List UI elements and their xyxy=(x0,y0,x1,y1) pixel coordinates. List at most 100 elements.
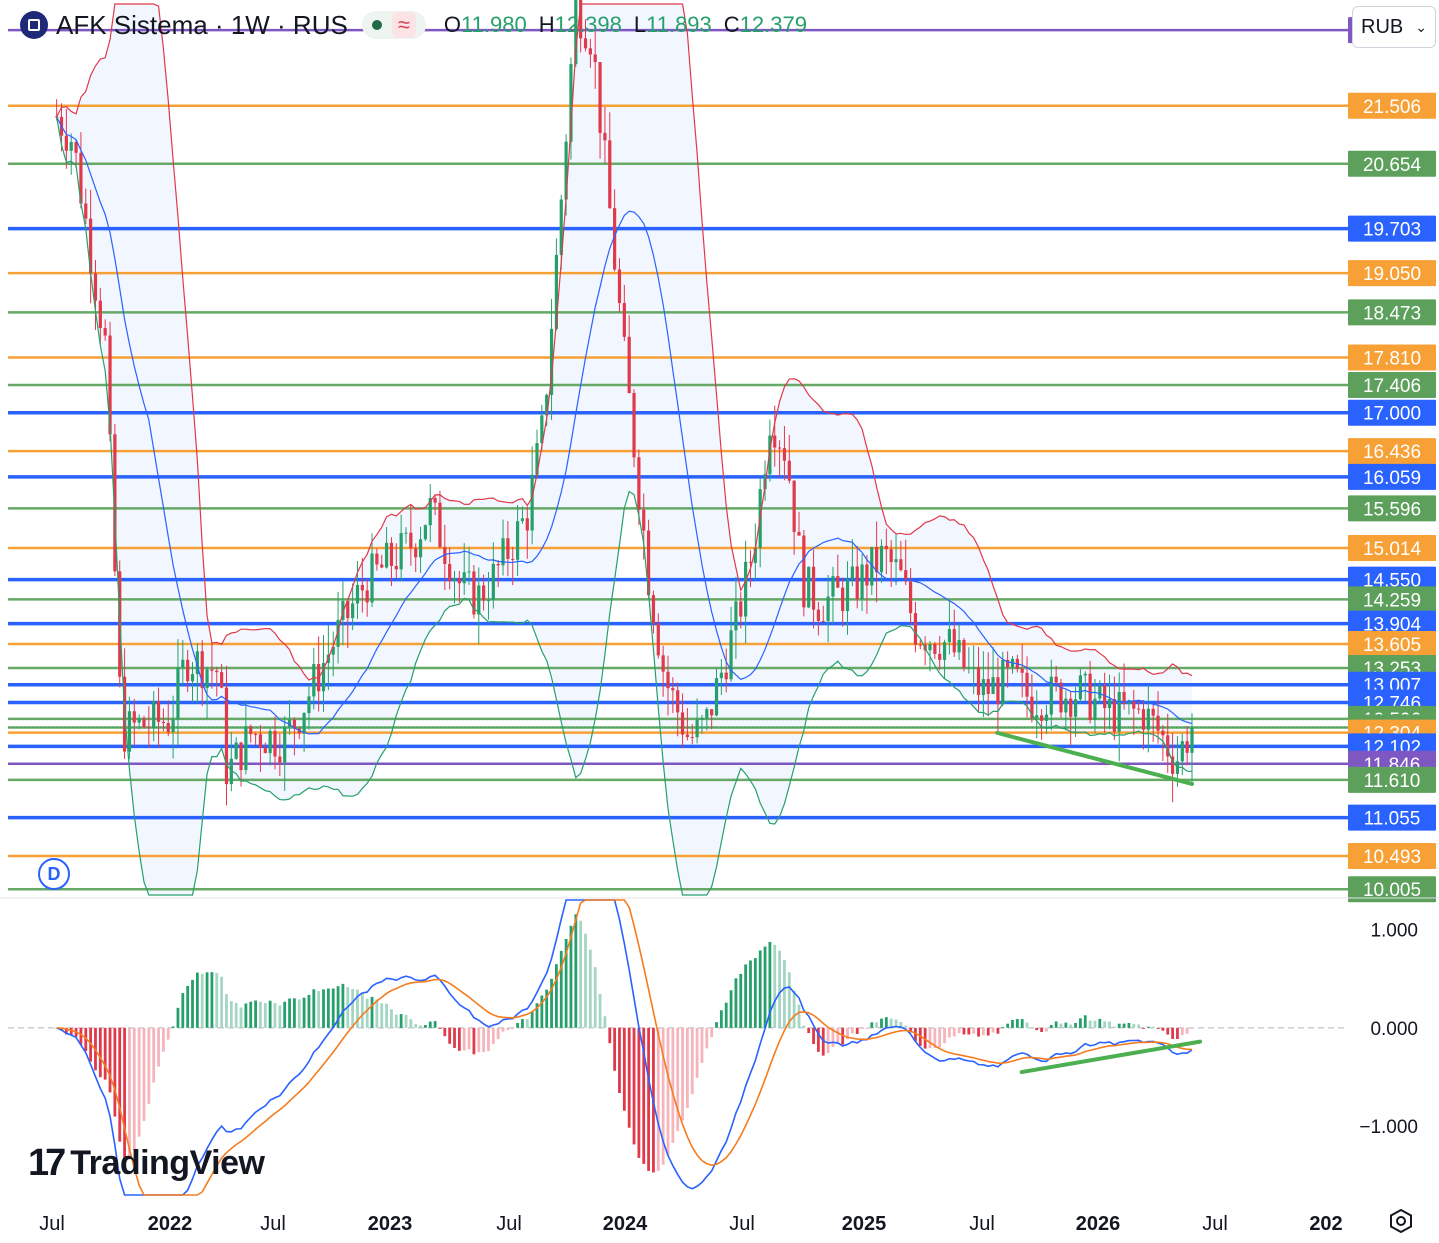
chart-canvas[interactable]: 22.61721.50620.65419.70319.05018.47317.8… xyxy=(0,0,1439,1243)
candle-body xyxy=(1151,708,1155,716)
macd-histogram-bar xyxy=(414,1024,418,1028)
symbol-logo-icon[interactable] xyxy=(20,11,48,39)
price-axis: 22.61721.50620.65419.70319.05018.47317.8… xyxy=(1348,17,1436,903)
candle-body xyxy=(588,48,592,55)
macd-histogram-bar xyxy=(132,1027,136,1151)
candle-body xyxy=(889,549,893,563)
candle-body xyxy=(787,460,791,481)
candle-body xyxy=(661,655,665,672)
currency-label: RUB xyxy=(1361,15,1404,38)
macd-axis-label: 1.000 xyxy=(1370,921,1418,942)
macd-histogram-bar xyxy=(288,998,291,1028)
macd-histogram-bar xyxy=(108,1027,112,1093)
candle-body xyxy=(506,538,510,559)
candle-body xyxy=(734,601,738,631)
candle-body xyxy=(147,727,151,729)
macd-histogram-bar xyxy=(1020,1019,1024,1028)
macd-histogram-bar xyxy=(1006,1023,1010,1028)
macd-histogram-bar xyxy=(457,1027,461,1051)
macd-histogram-bar xyxy=(1146,1026,1150,1028)
macd-histogram-bar xyxy=(225,994,228,1028)
dividends-badge[interactable]: D xyxy=(38,858,70,890)
macd-histogram-bar xyxy=(360,992,364,1028)
candle-body xyxy=(642,509,646,531)
candle-body xyxy=(268,730,272,754)
macd-histogram-bar xyxy=(1015,1019,1019,1028)
macd-histogram-bar xyxy=(365,998,369,1028)
macd-histogram-bar xyxy=(1142,1027,1145,1029)
candle-body xyxy=(938,653,942,660)
candle-body xyxy=(312,663,316,697)
candle-body xyxy=(384,542,389,568)
currency-select[interactable]: RUB ⌄ xyxy=(1352,6,1436,48)
macd-histogram-bar xyxy=(462,1027,466,1051)
macd-histogram-bar xyxy=(273,1003,277,1028)
macd-histogram-bar xyxy=(239,1007,243,1028)
price-label: 11.610 xyxy=(1364,771,1421,792)
candle-body xyxy=(875,546,879,573)
macd-histogram-bar xyxy=(1049,1024,1053,1028)
price-label: 18.473 xyxy=(1363,303,1421,324)
price-label: 16.059 xyxy=(1363,468,1421,489)
macd-histogram-bar xyxy=(506,1027,510,1030)
macd-histogram-bar xyxy=(433,1021,437,1028)
macd-histogram-bar xyxy=(205,972,209,1028)
macd-histogram-bar xyxy=(210,972,214,1028)
candle-body xyxy=(423,525,428,540)
macd-histogram-bar xyxy=(166,1027,170,1040)
macd-histogram-bar xyxy=(157,1027,160,1067)
candle-body xyxy=(947,629,952,643)
price-label: 17.406 xyxy=(1363,376,1421,397)
candle-body xyxy=(826,596,830,622)
macd-histogram-bar xyxy=(341,983,345,1028)
macd-histogram-bar xyxy=(656,1027,660,1171)
macd-histogram-bar xyxy=(1040,1027,1043,1032)
macd-histogram-bar xyxy=(220,976,224,1028)
macd-histogram-bar xyxy=(1151,1026,1155,1028)
macd-histogram-bar xyxy=(491,1027,495,1044)
candle-body xyxy=(142,718,146,728)
market-status-pill[interactable]: ≈ xyxy=(361,11,426,39)
candle-body xyxy=(394,565,398,570)
macd-histogram-bar xyxy=(807,1027,811,1034)
price-label: 13.605 xyxy=(1363,635,1421,656)
candle-body xyxy=(719,672,723,679)
candle-body xyxy=(894,559,898,563)
macd-histogram-bar xyxy=(1093,1020,1097,1028)
tradingview-watermark[interactable]: 17 TradingView xyxy=(28,1142,265,1185)
candle-body xyxy=(981,679,985,696)
macd-histogram-bar xyxy=(574,914,578,1028)
macd-histogram-bar xyxy=(618,1027,621,1094)
candle-body xyxy=(156,701,161,722)
macd-histogram-bar xyxy=(724,1002,728,1028)
candle-body xyxy=(234,742,238,759)
time-axis-label: 2025 xyxy=(842,1213,887,1235)
candle-body xyxy=(486,600,491,602)
macd-histogram-bar xyxy=(375,999,379,1028)
candle-body xyxy=(739,601,743,617)
macd-histogram-bar xyxy=(312,989,316,1028)
candle-body xyxy=(161,721,165,724)
ohlc-close: C12.379 xyxy=(723,12,807,37)
candle-body xyxy=(1078,675,1083,700)
macd-histogram-bar xyxy=(1122,1023,1126,1028)
candle-body xyxy=(908,581,913,614)
candle-body xyxy=(360,584,364,591)
symbol-title[interactable]: AFK Sistema · 1W · RUS xyxy=(56,10,348,41)
gear-icon[interactable] xyxy=(1388,1208,1414,1234)
candle-body xyxy=(797,531,801,536)
candle-body xyxy=(802,535,806,608)
time-axis-label: 202 xyxy=(1309,1213,1342,1235)
candle-body xyxy=(370,553,374,603)
candle-body xyxy=(841,587,845,612)
macd-histogram-bar xyxy=(404,1014,408,1028)
macd-histogram-bar xyxy=(394,1014,398,1028)
candle-body xyxy=(278,756,282,763)
macd-histogram-bar xyxy=(191,979,194,1028)
macd-histogram-bar xyxy=(1011,1019,1014,1028)
candle-body xyxy=(307,696,311,714)
candle-body xyxy=(1001,659,1005,705)
time-axis: Jul 2022 Jul 2023 Jul 2024 Jul 2025 Jul 2026 Jul 20… xyxy=(39,1213,1342,1235)
macd-histogram-bar xyxy=(1079,1018,1082,1028)
macd-histogram-bar xyxy=(424,1025,427,1028)
